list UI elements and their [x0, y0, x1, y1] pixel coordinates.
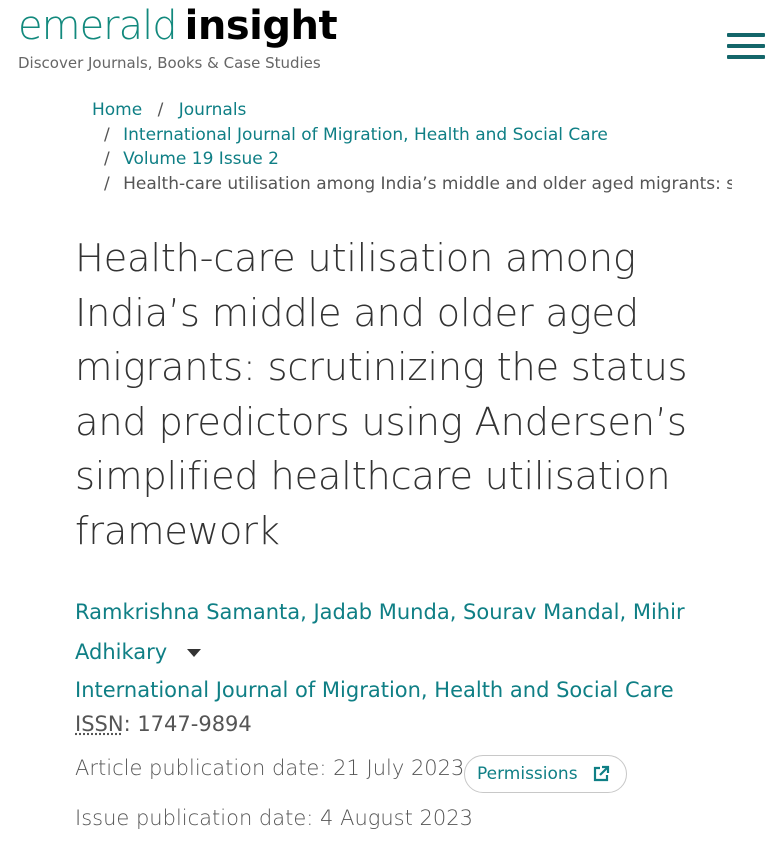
- external-link-icon: [593, 765, 609, 782]
- breadcrumb-journals[interactable]: Journals: [179, 100, 247, 120]
- issn: ISSN: 1747-9894: [75, 712, 252, 736]
- author-separator: ,: [449, 600, 464, 624]
- chevron-down-icon[interactable]: [187, 649, 202, 657]
- author-link[interactable]: Jadab Munda: [313, 600, 449, 624]
- logo-insight: insight: [184, 3, 338, 49]
- article-title: Health-care utilisation among India’s mi…: [75, 236, 688, 554]
- issue-publication-date: Issue publication date: 4 August 2023: [75, 806, 473, 830]
- breadcrumb-journal[interactable]: International Journal of Migration, Heal…: [123, 125, 608, 145]
- logo-wordmark: emerald insight: [18, 3, 338, 49]
- logo-emerald: emerald: [18, 3, 178, 49]
- breadcrumb-separator: /: [104, 173, 110, 194]
- breadcrumb: Home / Journals / International Journal …: [92, 98, 732, 196]
- logo-tagline: Discover Journals, Books & Case Studies: [18, 54, 321, 72]
- breadcrumb-separator: /: [104, 124, 110, 145]
- breadcrumb-current-article: Health-care utilisation among India’s mi…: [123, 173, 732, 194]
- site-logo[interactable]: emerald insight Discover Journals, Books …: [18, 3, 338, 72]
- permissions-button[interactable]: Permissions: [464, 755, 627, 793]
- issn-label: ISSN: [75, 712, 124, 736]
- breadcrumb-separator: /: [104, 149, 110, 169]
- permissions-label: Permissions: [477, 764, 578, 784]
- breadcrumb-separator: /: [157, 100, 164, 120]
- breadcrumb-home[interactable]: Home: [92, 100, 142, 120]
- journal-link[interactable]: International Journal of Migration, Heal…: [75, 678, 674, 702]
- author-separator: ,: [619, 600, 633, 624]
- issn-value: : 1747-9894: [123, 712, 252, 736]
- article-publication-date: Article publication date: 21 July 2023: [75, 756, 465, 780]
- author-separator: ,: [300, 600, 314, 624]
- hamburger-menu-icon[interactable]: [727, 33, 765, 63]
- breadcrumb-issue[interactable]: Volume 19 Issue 2: [123, 149, 279, 169]
- author-list: Ramkrishna Samanta, Jadab Munda, Sourav …: [75, 592, 715, 672]
- author-link[interactable]: Ramkrishna Samanta: [75, 600, 300, 624]
- author-link[interactable]: Sourav Mandal: [463, 600, 619, 624]
